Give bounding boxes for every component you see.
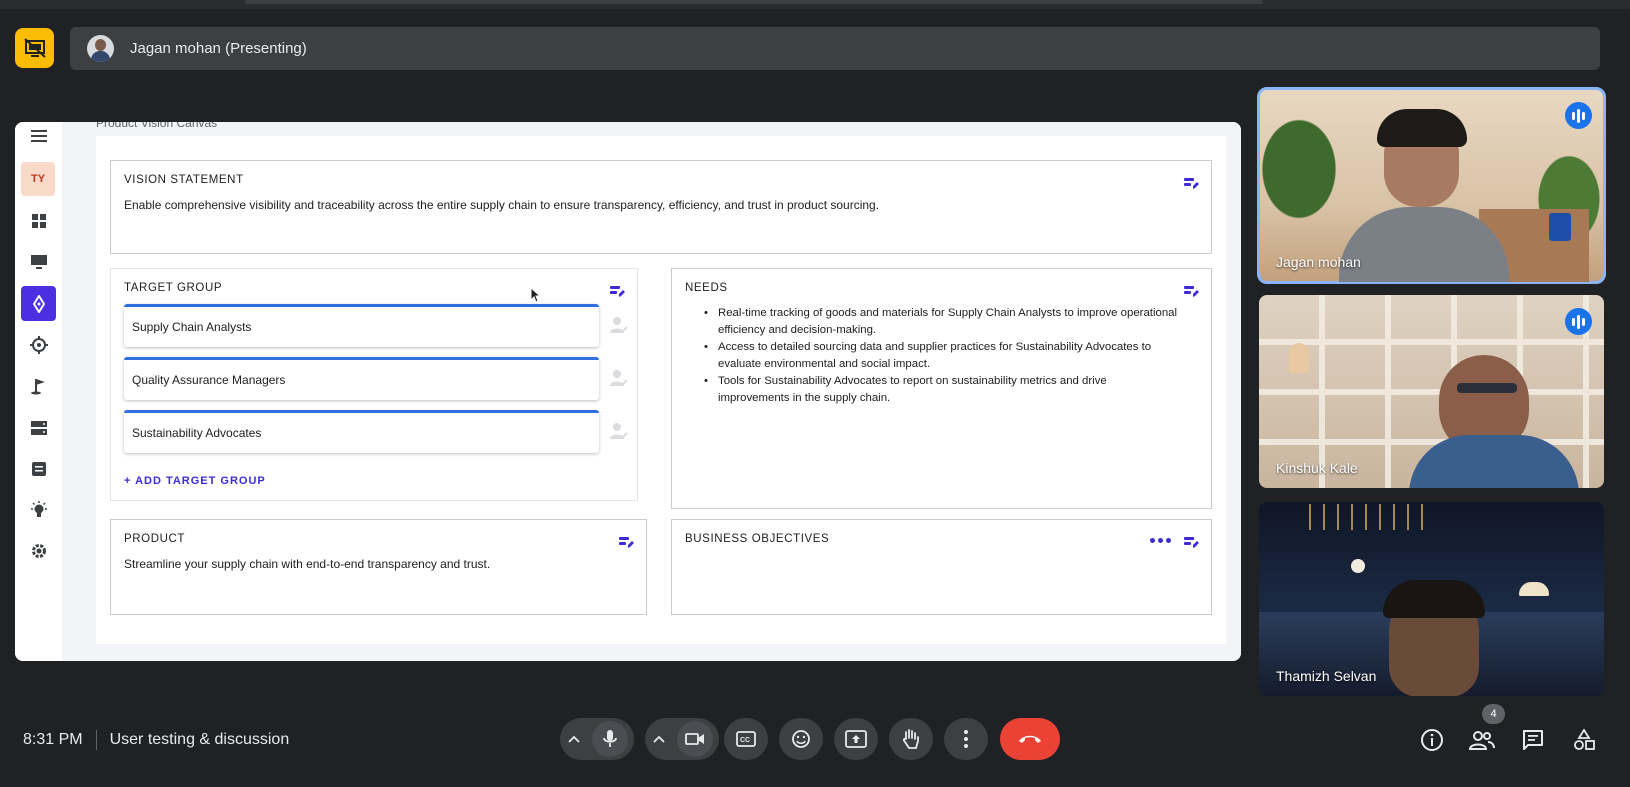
people-icon[interactable] (1467, 725, 1497, 755)
target-group-item[interactable]: Sustainability Advocates (124, 410, 599, 453)
target-icon[interactable] (21, 327, 56, 362)
participant-tile[interactable]: Thamizh Selvan (1259, 502, 1604, 696)
business-objectives-card[interactable]: BUSINESS OBJECTIVES (671, 519, 1212, 615)
camera-control[interactable] (645, 718, 719, 760)
participant-count-badge: 4 (1482, 704, 1505, 724)
presenter-label: Jagan mohan (Presenting) (130, 40, 307, 57)
product-card[interactable]: PRODUCT Streamline your supply chain wit… (110, 519, 647, 615)
edit-icon[interactable] (609, 283, 625, 299)
card-title: BUSINESS OBJECTIVES (685, 533, 830, 545)
meeting-info: 8:31 PM User testing & discussion (23, 730, 289, 750)
chat-icon[interactable] (1518, 725, 1548, 755)
target-group-item[interactable]: Quality Assurance Managers (124, 357, 599, 400)
assign-person-icon[interactable] (608, 367, 630, 389)
shared-screen: TY Product Vision Canvas VISION STATEMEN… (15, 122, 1241, 661)
user-badge[interactable]: TY (21, 162, 55, 196)
monitor-icon[interactable] (21, 244, 56, 279)
edit-icon[interactable] (1183, 534, 1199, 550)
card-title: TARGET GROUP (124, 282, 223, 294)
card-title: NEEDS (685, 282, 728, 294)
add-target-group-button[interactable]: + ADD TARGET GROUP (124, 475, 266, 487)
chevron-up-icon[interactable] (653, 735, 665, 743)
participant-tile[interactable]: Jagan mohan (1257, 87, 1606, 284)
presentation-off-icon[interactable] (15, 28, 54, 68)
needs-item: Tools for Sustainability Advocates to re… (685, 373, 1179, 407)
speaking-indicator-icon (1565, 102, 1592, 129)
product-text: Streamline your supply chain with end-to… (124, 557, 491, 571)
app-main: Product Vision Canvas VISION STATEMENT E… (62, 122, 1241, 661)
chevron-up-icon[interactable] (568, 735, 580, 743)
server-icon[interactable] (21, 410, 56, 445)
meet-window: Jagan mohan (Presenting) TY Product Visi… (0, 0, 1630, 787)
emoji-icon[interactable] (779, 718, 823, 760)
activities-icon[interactable] (1569, 725, 1599, 755)
flag-icon[interactable] (21, 368, 56, 403)
camera-icon[interactable] (677, 721, 713, 757)
present-screen-icon[interactable] (834, 718, 878, 760)
target-group-label: Sustainability Advocates (132, 426, 262, 440)
presenter-avatar (87, 35, 114, 62)
app-sidebar: TY (15, 122, 62, 661)
participant-name: Kinshuk Kale (1276, 460, 1358, 476)
target-group-label: Quality Assurance Managers (132, 373, 286, 387)
top-strip (0, 0, 1630, 9)
captions-icon[interactable]: CC (724, 718, 768, 760)
dashboard-icon[interactable] (21, 203, 56, 238)
target-group-label: Supply Chain Analysts (132, 320, 252, 334)
speaking-indicator-icon (1565, 308, 1592, 335)
breadcrumb: Product Vision Canvas (96, 122, 218, 130)
edit-icon[interactable] (618, 534, 634, 550)
target-group-card: TARGET GROUP Supply Chain Analysts Quali… (110, 268, 638, 501)
vision-text: Enable comprehensive visibility and trac… (124, 198, 880, 212)
lightbulb-icon[interactable] (21, 492, 56, 527)
presenting-bar: Jagan mohan (Presenting) (70, 27, 1600, 70)
microphone-icon[interactable] (592, 721, 628, 757)
vision-canvas: VISION STATEMENT Enable comprehensive vi… (96, 136, 1226, 644)
mouse-cursor-icon (530, 287, 542, 303)
more-options-icon[interactable] (944, 718, 988, 760)
needs-item: Real-time tracking of goods and material… (685, 305, 1179, 339)
more-options-icon[interactable] (1150, 538, 1171, 543)
settings-icon[interactable] (21, 533, 56, 568)
vision-statement-card[interactable]: VISION STATEMENT Enable comprehensive vi… (110, 160, 1212, 254)
meeting-title: User testing & discussion (109, 731, 290, 748)
compass-icon[interactable] (21, 286, 56, 321)
needs-item: Access to detailed sourcing data and sup… (685, 339, 1179, 373)
end-call-icon[interactable] (1000, 718, 1060, 760)
assign-person-icon[interactable] (608, 420, 630, 442)
svg-text:CC: CC (740, 737, 750, 744)
info-icon[interactable] (1417, 725, 1447, 755)
target-group-item[interactable]: Supply Chain Analysts (124, 304, 599, 347)
participant-name: Jagan mohan (1276, 254, 1361, 270)
edit-icon[interactable] (1183, 283, 1199, 299)
needs-list: Real-time tracking of goods and material… (685, 305, 1179, 407)
card-title: PRODUCT (124, 533, 186, 545)
needs-card[interactable]: NEEDS Real-time tracking of goods and ma… (671, 268, 1212, 509)
participant-tile[interactable]: Kinshuk Kale (1259, 295, 1604, 488)
card-title: VISION STATEMENT (124, 174, 244, 186)
microphone-control[interactable] (560, 718, 634, 760)
edit-icon[interactable] (1183, 175, 1199, 191)
raise-hand-icon[interactable] (889, 718, 933, 760)
assign-person-icon[interactable] (608, 314, 630, 336)
notes-icon[interactable] (21, 451, 56, 486)
participant-name: Thamizh Selvan (1276, 668, 1377, 684)
clock-time: 8:31 PM (23, 731, 83, 748)
menu-icon[interactable] (21, 122, 56, 153)
